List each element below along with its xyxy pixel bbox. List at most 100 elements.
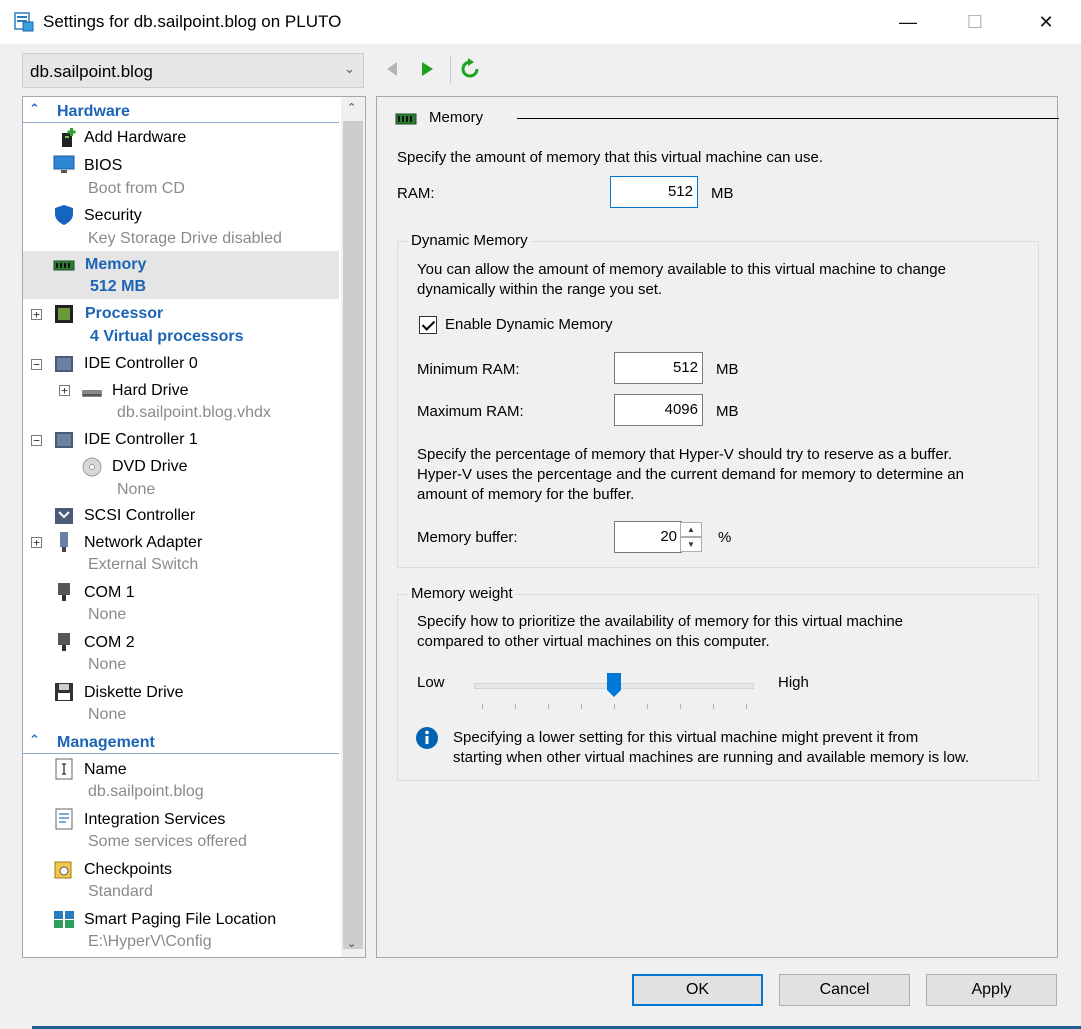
sidebar-item-label: Name: [84, 761, 127, 778]
sidebar-item-checkpoints[interactable]: Checkpoints Standard: [23, 856, 339, 904]
chevron-down-icon: ⌄: [344, 61, 355, 76]
slider-tick: [548, 704, 549, 709]
sidebar-item-ide-controller-1[interactable]: − IDE Controller 1: [23, 427, 339, 453]
back-arrow-icon[interactable]: [382, 58, 404, 80]
maximum-ram-input[interactable]: 4096: [614, 394, 703, 426]
apply-button[interactable]: Apply: [926, 974, 1057, 1006]
info-text-line1: Specifying a lower setting for this virt…: [453, 729, 919, 746]
cancel-button[interactable]: Cancel: [779, 974, 910, 1006]
settings-tree: ⌃ Hardware Add Hardware BIOS Boot from C…: [22, 96, 366, 958]
settings-window: Settings for db.sailpoint.blog on PLUTO …: [0, 0, 1081, 1029]
collapse-toggle[interactable]: −: [31, 435, 42, 446]
vm-selector-value: db.sailpoint.blog: [30, 62, 153, 81]
sidebar-item-com1[interactable]: COM 1 None: [23, 579, 339, 627]
sidebar-item-dvd-drive[interactable]: DVD Drive None: [23, 453, 339, 501]
sidebar-item-label: SCSI Controller: [84, 507, 196, 524]
refresh-icon[interactable]: [459, 58, 481, 80]
toolbar-separator: [450, 57, 451, 83]
close-button[interactable]: ✕: [1011, 0, 1081, 44]
memory-weight-slider-thumb[interactable]: [606, 672, 622, 698]
sidebar-item-label: Integration Services: [84, 811, 226, 828]
sidebar-item-network-adapter[interactable]: + Network Adapter External Switch: [23, 529, 339, 577]
title-bar: Settings for db.sailpoint.blog on PLUTO …: [0, 0, 1081, 44]
forward-arrow-icon[interactable]: [416, 58, 438, 80]
slider-tick: [647, 704, 648, 709]
hardware-category-label: Hardware: [57, 103, 130, 120]
sidebar-item-security[interactable]: Security Key Storage Drive disabled: [23, 201, 339, 251]
weight-low-label: Low: [417, 674, 445, 691]
info-text-line2: starting when other virtual machines are…: [453, 749, 970, 766]
ok-button[interactable]: OK: [632, 974, 763, 1006]
sidebar-item-label: Checkpoints: [84, 861, 173, 878]
memory-buffer-label: Memory buffer:: [417, 529, 518, 546]
sidebar-item-sub: Key Storage Drive disabled: [88, 230, 282, 247]
scroll-up-icon[interactable]: ⌃: [347, 101, 356, 114]
monitor-icon: [53, 155, 75, 173]
spin-up-icon[interactable]: ▲: [680, 522, 702, 537]
sidebar-item-sub: None: [117, 481, 156, 498]
hardware-category[interactable]: ⌃ Hardware: [23, 99, 339, 123]
ide-controller-icon: [55, 432, 73, 448]
checkpoint-icon: [54, 861, 72, 879]
ram-input[interactable]: 512: [610, 176, 698, 208]
info-icon: [416, 727, 438, 749]
memory-settings-panel: Memory Specify the amount of memory that…: [376, 96, 1059, 958]
scsi-controller-icon: [55, 508, 73, 524]
sidebar-item-diskette-drive[interactable]: Diskette Drive None: [23, 679, 339, 727]
expand-toggle[interactable]: +: [31, 309, 42, 320]
serial-port-icon: [58, 583, 70, 601]
window-title: Settings for db.sailpoint.blog on PLUTO: [43, 12, 342, 31]
memory-buffer-input[interactable]: 20: [614, 521, 682, 553]
enable-dynamic-memory-checkbox[interactable]: [419, 316, 437, 334]
management-category-label: Management: [57, 734, 155, 751]
sidebar-item-sub: 512 MB: [90, 278, 147, 295]
slider-tick: [746, 704, 747, 709]
section-title: Memory: [429, 109, 484, 126]
slider-tick: [614, 704, 615, 709]
spin-down-icon[interactable]: ▼: [680, 537, 702, 552]
sidebar-item-sub: None: [88, 606, 127, 623]
expand-toggle[interactable]: +: [31, 537, 42, 548]
sidebar-item-integration-services[interactable]: Integration Services Some services offer…: [23, 806, 339, 854]
tree-scrollbar[interactable]: ⌃ ⌄: [341, 97, 365, 957]
scrollbar-thumb[interactable]: [343, 121, 363, 949]
add-hardware-icon: [62, 128, 76, 147]
sidebar-item-label: BIOS: [84, 157, 123, 174]
sidebar-item-hard-drive[interactable]: + Hard Drive db.sailpoint.blog.vhdx: [23, 377, 339, 425]
maximize-button[interactable]: ☐: [940, 0, 1010, 44]
sidebar-item-sub: None: [88, 706, 127, 723]
vm-selector-dropdown[interactable]: db.sailpoint.blog ⌄: [22, 53, 364, 88]
sidebar-item-ide-controller-0[interactable]: − IDE Controller 0: [23, 351, 339, 377]
hard-drive-icon: [82, 390, 102, 397]
sidebar-item-name[interactable]: Name db.sailpoint.blog: [23, 756, 339, 804]
minimum-ram-unit: MB: [716, 361, 739, 378]
buffer-desc-line3: amount of memory for the buffer.: [417, 486, 635, 503]
scroll-down-icon[interactable]: ⌄: [347, 937, 356, 950]
minimum-ram-input[interactable]: 512: [614, 352, 703, 384]
management-category[interactable]: ⌃ Management: [23, 730, 339, 754]
dynamic-desc-line2: dynamically within the range you set.: [417, 281, 663, 298]
memory-buffer-spinner[interactable]: ▲ ▼: [680, 522, 702, 552]
section-header: Memory: [395, 109, 1059, 129]
sidebar-item-memory[interactable]: Memory 512 MB: [23, 251, 339, 299]
sidebar-item-processor[interactable]: + Processor 4 Virtual processors: [23, 301, 339, 349]
maximum-ram-label: Maximum RAM:: [417, 403, 524, 420]
sidebar-item-add-hardware[interactable]: Add Hardware: [23, 125, 339, 151]
minimize-button[interactable]: —: [873, 0, 943, 44]
sidebar-item-label: IDE Controller 0: [84, 355, 198, 372]
sidebar-item-com2[interactable]: COM 2 None: [23, 629, 339, 677]
integration-services-icon: [55, 808, 73, 830]
hyperv-settings-icon: [14, 12, 34, 32]
sidebar-item-label: Security: [84, 207, 142, 224]
sidebar-item-scsi-controller[interactable]: SCSI Controller: [23, 503, 339, 529]
sidebar-item-sub: db.sailpoint.blog.vhdx: [117, 404, 271, 421]
memory-intro: Specify the amount of memory that this v…: [397, 149, 824, 166]
enable-dynamic-memory-label: Enable Dynamic Memory: [445, 316, 613, 333]
memory-chip-icon: [53, 260, 75, 271]
sidebar-item-smart-paging[interactable]: Smart Paging File Location E:\HyperV\Con…: [23, 906, 339, 954]
sidebar-item-bios[interactable]: BIOS Boot from CD: [23, 151, 339, 201]
slider-tick: [482, 704, 483, 709]
collapse-toggle[interactable]: −: [31, 359, 42, 370]
sidebar-item-sub: Standard: [88, 883, 153, 900]
expand-toggle[interactable]: +: [59, 385, 70, 396]
